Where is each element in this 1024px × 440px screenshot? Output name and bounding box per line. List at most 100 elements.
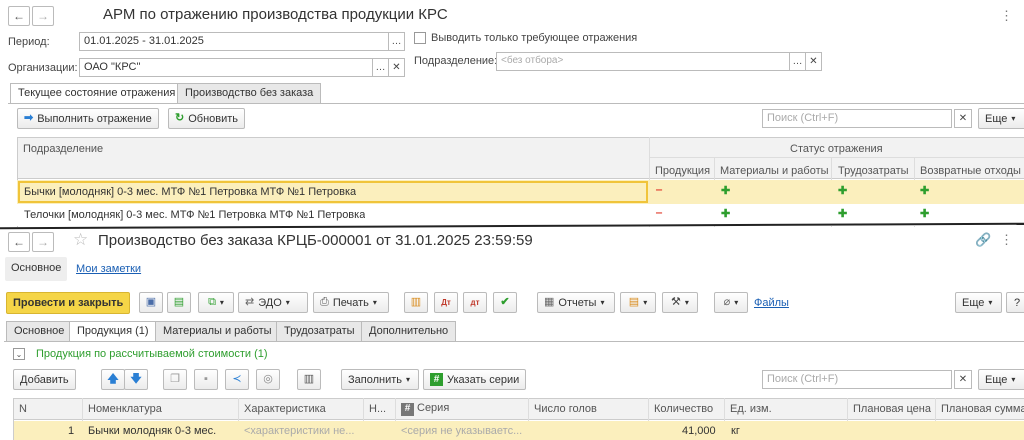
col-product[interactable]: Продукция	[655, 165, 710, 177]
fill-button[interactable]: Заполнить ▾	[341, 369, 419, 390]
plus-icon: ✚	[920, 208, 930, 220]
chevron-down-icon: ▾	[406, 375, 411, 384]
org-field[interactable]: ОАО "КРС"	[79, 58, 373, 77]
edo-icon: ⇄	[245, 296, 255, 308]
paste-button[interactable]: ▪	[194, 369, 218, 390]
post-close-button[interactable]: Провести и закрыть	[6, 292, 131, 314]
series-button[interactable]: # Указать серии	[423, 369, 527, 390]
row-series: <серия не указываетс...	[401, 425, 523, 437]
help-button[interactable]: ?	[1006, 292, 1024, 313]
back-button[interactable]: ←	[8, 232, 30, 252]
chevron-down-icon: ▾	[285, 298, 290, 307]
journal-button[interactable]: ▥	[404, 292, 428, 313]
row-subdiv: Бычки [молодняк] 0-3 мес. МТФ №1 Петровк…	[24, 186, 357, 198]
chevron-down-icon: ▾	[734, 298, 739, 307]
col-subdiv[interactable]: Подразделение	[23, 143, 103, 155]
edo-button[interactable]: ⇄ ЭДО ▾	[238, 292, 308, 313]
structure-button[interactable]: ▤ ▾	[620, 292, 656, 313]
forward-button[interactable]: →	[32, 6, 54, 26]
dt-kt-button[interactable]: Дт	[434, 292, 458, 313]
search-clear-button[interactable]: ✕	[954, 370, 972, 389]
add-button[interactable]: Добавить	[13, 369, 76, 390]
arrow-right-icon: →	[37, 235, 49, 249]
reports-button[interactable]: ▦ Отчеты ▾	[537, 292, 615, 313]
tab-current-state[interactable]: Текущее состояние отражения	[10, 83, 184, 104]
col-plan-sum[interactable]: Плановая сумма	[941, 403, 1024, 415]
tab-products[interactable]: Продукция (1)	[69, 321, 157, 342]
col-quantity[interactable]: Количество	[654, 403, 713, 415]
arrow-left-icon: ←	[13, 9, 25, 23]
col-n2[interactable]: Н...	[369, 403, 386, 415]
org-select-button[interactable]: …	[372, 58, 389, 77]
minus-icon: ‒	[656, 184, 663, 196]
back-button[interactable]: ←	[8, 6, 30, 26]
org-clear-button[interactable]: ✕	[388, 58, 405, 77]
split-icon: ≺	[232, 373, 242, 385]
col-n[interactable]: N	[19, 403, 27, 415]
chevron-down-icon: ▾	[1011, 114, 1016, 123]
more-button[interactable]: Еще ▾	[978, 369, 1024, 390]
nav-main[interactable]: Основное	[5, 257, 68, 281]
search-clear-button[interactable]: ✕	[954, 109, 972, 128]
group-collapse-button[interactable]: ⌄	[13, 348, 25, 360]
print-button[interactable]: ⎙ Печать ▾	[313, 292, 389, 313]
search-input[interactable]: Поиск (Ctrl+F)	[762, 109, 952, 128]
forward-button[interactable]: →	[32, 232, 54, 252]
group-label[interactable]: Продукция по рассчитываемой стоимости (1…	[36, 348, 268, 360]
col-nomenclature[interactable]: Номенклатура	[88, 403, 162, 415]
copy-button[interactable]: ❐	[163, 369, 187, 390]
refresh-button[interactable]: ↻ Обновить	[168, 108, 246, 129]
minus-icon: ‒	[656, 207, 663, 219]
col-unit[interactable]: Ед. изм.	[730, 403, 772, 415]
check-button[interactable]: ✔	[493, 292, 517, 313]
chevron-down-icon: ▾	[684, 298, 689, 307]
period-select-button[interactable]: …	[388, 32, 405, 51]
move-up-button[interactable]: 🡅	[101, 369, 125, 390]
post-button[interactable]: ▤	[167, 292, 191, 313]
save-button[interactable]: ▣	[139, 292, 163, 313]
barcode-icon: ▥	[303, 373, 315, 385]
nav-notes[interactable]: Мои заметки	[76, 263, 141, 275]
tab-main[interactable]: Основное	[6, 321, 73, 341]
tools-button[interactable]: ⚒ ▾	[662, 292, 698, 313]
col-series[interactable]: # Серия	[401, 402, 449, 416]
required-checkbox-label: Выводить только требующее отражения	[431, 32, 638, 44]
more-menu-icon[interactable]: ⋮	[1000, 8, 1013, 24]
search-input[interactable]: Поиск (Ctrl+F)	[762, 370, 952, 389]
favorite-star-icon[interactable]: ☆	[73, 230, 88, 250]
create-based-button[interactable]: ⧉ ▾	[198, 292, 234, 313]
subdiv-clear-button[interactable]: ✕	[805, 52, 822, 71]
barcode-button[interactable]: ▥	[297, 369, 321, 390]
col-materials[interactable]: Материалы и работы	[720, 165, 829, 177]
col-status[interactable]: Статус отражения	[790, 143, 883, 155]
files-link[interactable]: Файлы	[754, 297, 789, 309]
pick-button[interactable]: ◎	[256, 369, 280, 390]
tab-labor[interactable]: Трудозатраты	[276, 321, 363, 341]
more-button[interactable]: Еще ▾	[978, 108, 1024, 129]
more-button[interactable]: Еще ▾	[955, 292, 1002, 313]
tab-production-no-order[interactable]: Производство без заказа	[177, 83, 322, 103]
col-characteristic[interactable]: Характеристика	[244, 403, 326, 415]
col-heads[interactable]: Число голов	[534, 403, 597, 415]
attach-button[interactable]: ⌀ ▾	[714, 292, 748, 313]
link-icon[interactable]: 🔗	[975, 232, 991, 248]
plus-icon: ✚	[721, 208, 731, 220]
more-menu-icon[interactable]: ⋮	[1000, 232, 1013, 248]
subdiv-field[interactable]: <без отбора>	[496, 52, 790, 71]
execute-button[interactable]: ➡ Выполнить отражение	[17, 108, 159, 129]
tools-icon: ⚒	[671, 296, 681, 308]
tab-additional[interactable]: Дополнительно	[361, 321, 457, 341]
tab-materials[interactable]: Материалы и работы	[155, 321, 280, 341]
required-checkbox[interactable]	[414, 32, 426, 44]
col-labor[interactable]: Трудозатраты	[838, 165, 909, 177]
period-field[interactable]: 01.01.2025 - 31.01.2025	[79, 32, 389, 51]
move-down-button[interactable]: 🡇	[124, 369, 148, 390]
dt-kt-movements-button[interactable]: дт	[463, 292, 487, 313]
col-return-waste[interactable]: Возвратные отходы	[920, 165, 1021, 177]
create-based-icon: ⧉	[208, 296, 216, 308]
split-button[interactable]: ≺	[225, 369, 249, 390]
row-n: 1	[68, 425, 75, 437]
col-plan-price[interactable]: Плановая цена	[853, 403, 931, 415]
subdiv-select-button[interactable]: …	[789, 52, 806, 71]
arrow-right-icon: →	[37, 9, 49, 23]
